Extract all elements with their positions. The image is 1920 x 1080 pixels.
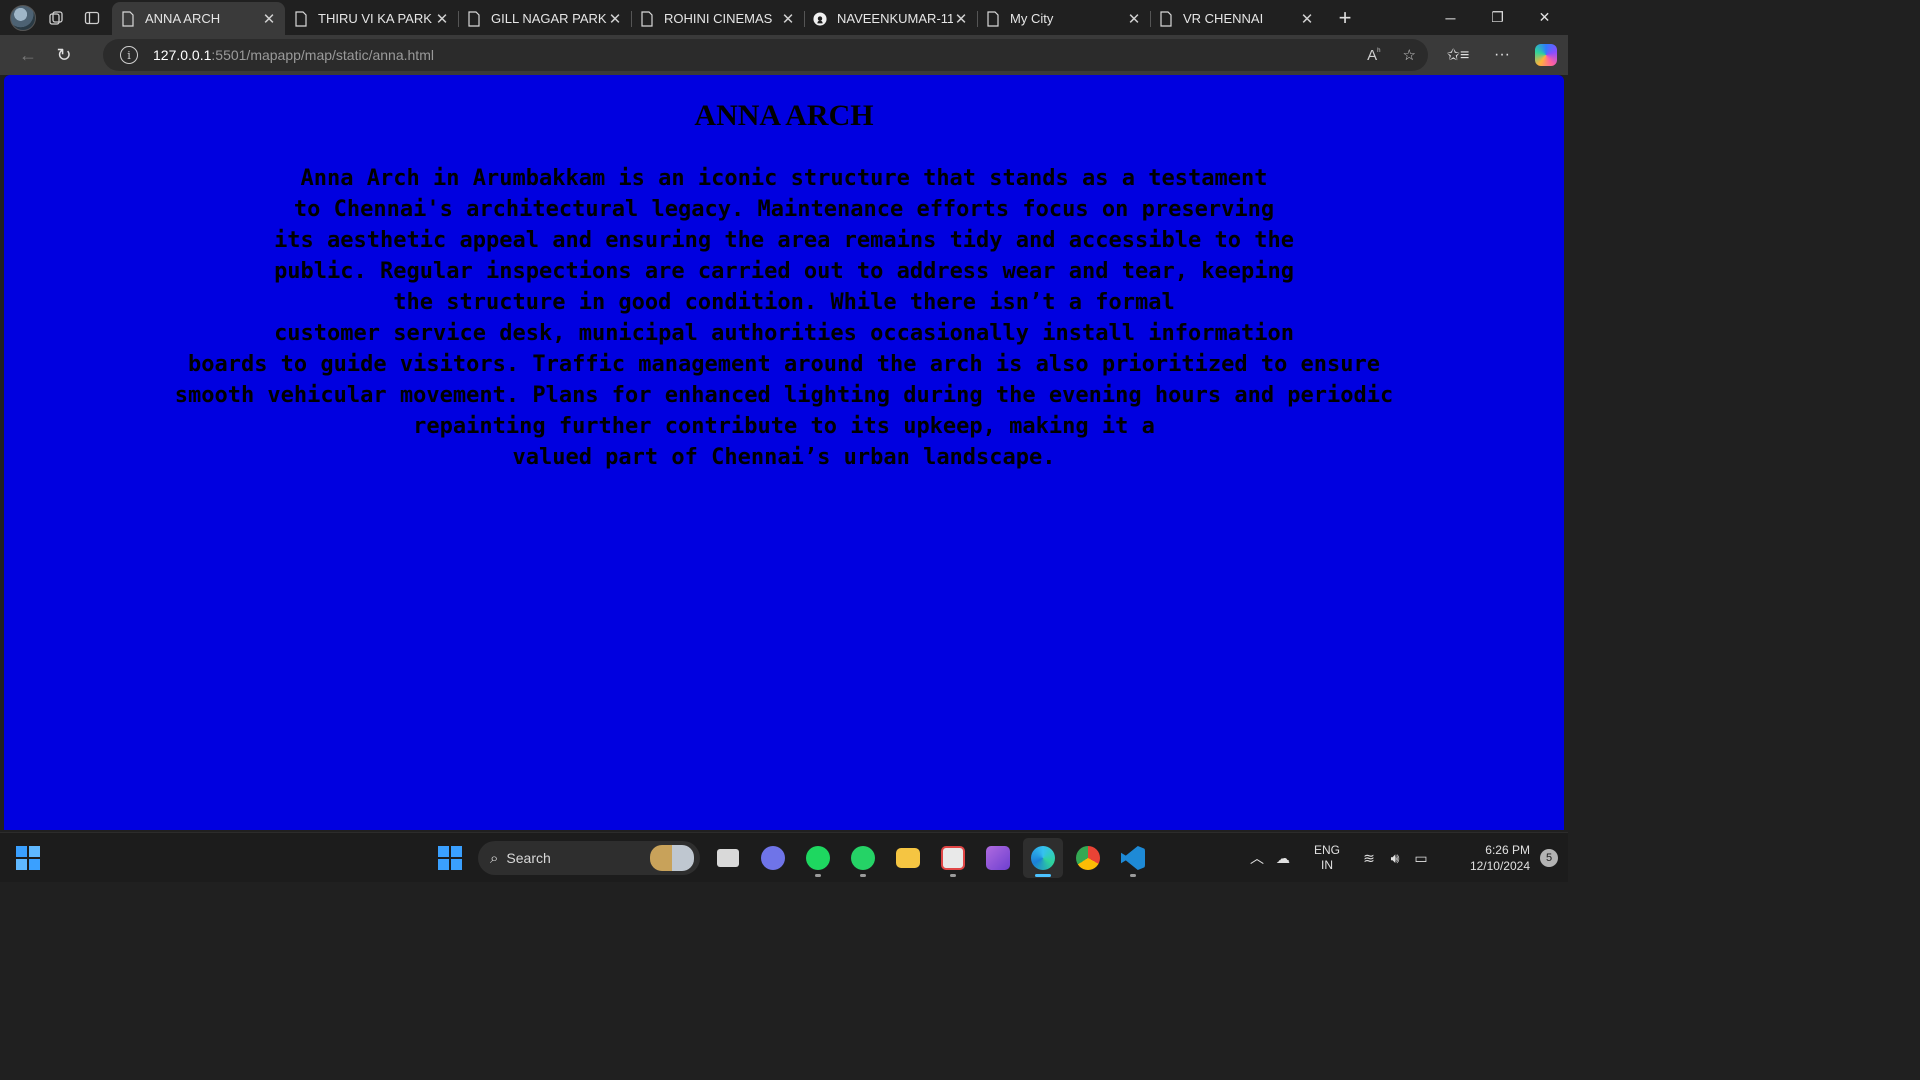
- chevron-up-icon[interactable]: ︿: [1245, 848, 1269, 868]
- page-icon: [985, 10, 1001, 27]
- description-line: its aesthetic appeal and ensuring the ar…: [274, 228, 1294, 253]
- page-viewport: ANNA ARCH Anna Arch in Arumbakkam is an …: [4, 75, 1564, 830]
- page-icon: [466, 10, 482, 27]
- tab-gill-nagar-park[interactable]: GILL NAGAR PARK ✕: [458, 2, 631, 35]
- more-options-icon[interactable]: ···: [1480, 35, 1524, 75]
- tab-title: ANNA ARCH: [145, 11, 221, 26]
- taskbar: ⌕ Search ︿ ☁ ENG IN ≋ 🔊︎ ▭ 6:26 PM 12/10…: [0, 832, 1568, 882]
- description-line: boards to guide visitors. Traffic manage…: [187, 352, 1381, 377]
- favorite-star-icon[interactable]: ☆: [1403, 46, 1416, 64]
- chrome-icon[interactable]: [1068, 838, 1108, 878]
- description-line: the structure in good condition. While t…: [393, 290, 1175, 315]
- close-icon[interactable]: ✕: [780, 10, 796, 28]
- vscode-icon[interactable]: [1113, 838, 1153, 878]
- description-line: valued part of Chennai’s urban landscape…: [512, 445, 1056, 470]
- search-label: Search: [506, 850, 551, 866]
- vertical-tabs-icon[interactable]: [76, 3, 108, 33]
- tab-title: My City: [1010, 11, 1054, 26]
- wifi-icon[interactable]: ≋: [1357, 850, 1381, 867]
- page-icon: [120, 10, 136, 27]
- url-path: :5501/mapapp/map/static/anna.html: [211, 47, 434, 63]
- read-aloud-icon[interactable]: Aʰ: [1367, 46, 1380, 64]
- tab-title: VR CHENNAI: [1183, 11, 1264, 26]
- region-code: IN: [1321, 858, 1333, 872]
- page-heading: ANNA ARCH: [694, 99, 874, 132]
- clock-date: 12/10/2024: [1469, 859, 1530, 873]
- new-tab-button[interactable]: +: [1327, 3, 1363, 33]
- taskbar-search[interactable]: ⌕ Search: [478, 841, 700, 875]
- close-icon[interactable]: ✕: [434, 10, 450, 28]
- teams-meet-icon[interactable]: [753, 838, 793, 878]
- close-icon[interactable]: ✕: [953, 10, 969, 28]
- widgets-icon[interactable]: [16, 846, 40, 870]
- address-bar[interactable]: i 127.0.0.1:5501/mapapp/map/static/anna.…: [103, 39, 1428, 71]
- description-line: repainting further contribute to its upk…: [413, 414, 1155, 439]
- tab-vr-chennai[interactable]: VR CHENNAI ✕: [1150, 2, 1323, 35]
- tab-thiru-vi-ka-park[interactable]: THIRU VI KA PARK ✕: [285, 2, 458, 35]
- description-line: smooth vehicular movement. Plans for enh…: [174, 383, 1394, 408]
- toolbar-right: ✩≡ ···: [1436, 35, 1568, 75]
- tab-title: GILL NAGAR PARK: [491, 11, 607, 26]
- close-icon[interactable]: ✕: [1299, 10, 1315, 28]
- info-icon[interactable]: i: [120, 46, 138, 64]
- url-host: 127.0.0.1: [153, 47, 212, 63]
- tab-anna-arch[interactable]: ANNA ARCH ✕: [112, 2, 285, 35]
- tab-title: THIRU VI KA PARK: [318, 11, 432, 26]
- refresh-icon[interactable]: ↻: [46, 39, 82, 71]
- taskbar-apps: ⌕ Search: [430, 838, 1158, 878]
- tab-title: ROHINI CINEMAS: [664, 11, 773, 26]
- clock-time: 6:26 PM: [1485, 843, 1530, 857]
- tab-strip: ANNA ARCH ✕ THIRU VI KA PARK ✕ GILL NAGA…: [0, 0, 1568, 35]
- tab-title: NAVEENKUMAR-11-: [837, 11, 953, 26]
- start-button[interactable]: [430, 838, 470, 878]
- description-line: Anna Arch in Arumbakkam is an iconic str…: [300, 166, 1268, 191]
- profile-avatar[interactable]: [10, 4, 36, 31]
- tab-rohini-cinemas[interactable]: ROHINI CINEMAS ✕: [631, 2, 804, 35]
- search-icon: ⌕: [490, 849, 499, 867]
- copilot-icon[interactable]: [1524, 35, 1568, 75]
- clock[interactable]: 6:26 PM 12/10/2024: [1438, 842, 1530, 874]
- tab-list: ANNA ARCH ✕ THIRU VI KA PARK ✕ GILL NAGA…: [112, 0, 1323, 35]
- url-text[interactable]: 127.0.0.1:5501/mapapp/map/static/anna.ht…: [153, 47, 434, 63]
- page-icon: [293, 10, 309, 27]
- tab-github-naveenkumar[interactable]: NAVEENKUMAR-11- ✕: [804, 2, 977, 35]
- edge-browser-icon[interactable]: [1023, 838, 1063, 878]
- page-icon: [1158, 10, 1174, 27]
- battery-icon[interactable]: ▭: [1409, 850, 1433, 867]
- file-explorer-icon[interactable]: [888, 838, 928, 878]
- restore-icon[interactable]: ❐: [1474, 0, 1521, 35]
- close-icon[interactable]: ✕: [261, 10, 277, 28]
- system-tray: ︿ ☁ ENG IN ≋ 🔊︎ ▭ 6:26 PM 12/10/2024 5: [1244, 833, 1568, 883]
- description-line: customer service desk, municipal authori…: [274, 321, 1294, 346]
- tab-my-city[interactable]: My City ✕: [977, 2, 1150, 35]
- page-description: Anna Arch in Arumbakkam is an iconic str…: [4, 163, 1564, 473]
- volume-icon[interactable]: 🔊︎: [1383, 850, 1407, 867]
- back-arrow-icon[interactable]: ←: [10, 39, 46, 71]
- language-code: ENG: [1313, 843, 1340, 857]
- search-highlight-icon: [650, 845, 694, 871]
- language-indicator[interactable]: ENG IN: [1304, 843, 1350, 873]
- whatsapp-icon[interactable]: [843, 838, 883, 878]
- clipchamp-icon[interactable]: [978, 838, 1018, 878]
- close-icon[interactable]: ✕: [607, 10, 623, 28]
- page-icon: [639, 10, 655, 27]
- task-view-icon[interactable]: [708, 838, 748, 878]
- onedrive-icon[interactable]: ☁: [1271, 850, 1295, 867]
- window-controls: ─ ❐ ✕: [1427, 0, 1568, 35]
- minimize-icon[interactable]: ─: [1427, 0, 1474, 35]
- browser-toolbar: ← ↻ i 127.0.0.1:5501/mapapp/map/static/a…: [0, 35, 1568, 75]
- description-line: to Chennai's architectural legacy. Maint…: [293, 197, 1275, 222]
- snipping-tool-icon[interactable]: [933, 838, 973, 878]
- address-bar-actions: Aʰ ☆: [1367, 39, 1416, 71]
- notification-badge[interactable]: 5: [1540, 849, 1558, 867]
- favorites-icon[interactable]: ✩≡: [1436, 35, 1480, 75]
- spotify-icon[interactable]: [798, 838, 838, 878]
- close-icon[interactable]: ✕: [1126, 10, 1142, 28]
- close-window-icon[interactable]: ✕: [1521, 0, 1568, 35]
- description-line: public. Regular inspections are carried …: [274, 259, 1294, 284]
- workspaces-icon[interactable]: [40, 3, 72, 33]
- github-icon: [812, 11, 828, 27]
